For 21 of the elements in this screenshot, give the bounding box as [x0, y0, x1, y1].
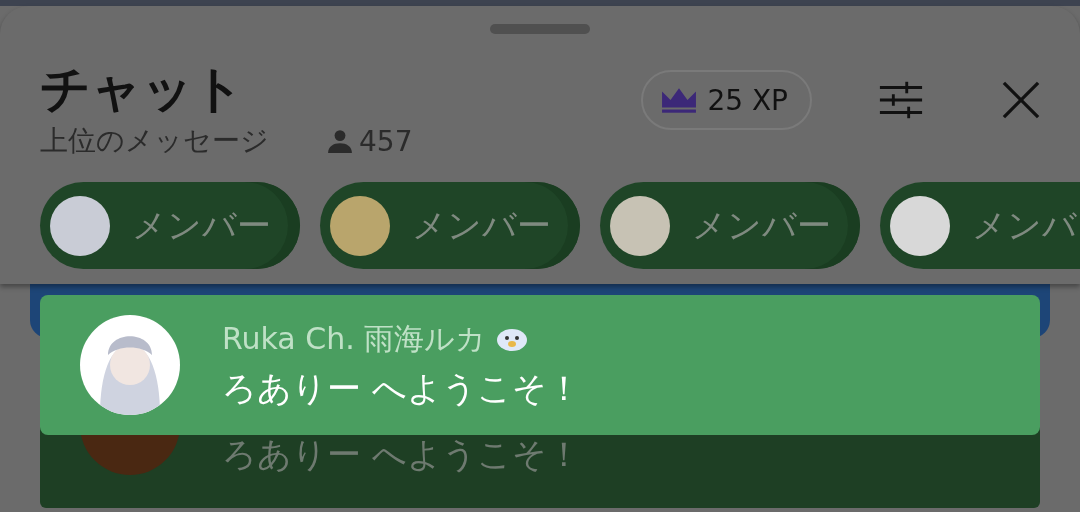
avatar-icon: [330, 195, 390, 256]
message-text: ろありー へようこそ！: [222, 433, 581, 476]
member-chip[interactable]: メンバー: [600, 182, 860, 269]
avatar-icon: [890, 195, 950, 256]
sheet-title: チャット: [40, 60, 245, 118]
xp-button[interactable]: 25 XP: [641, 70, 812, 130]
author-name: Ruka Ch. 雨海ルカ: [222, 319, 487, 358]
member-badge-icon: [496, 326, 529, 352]
close-icon[interactable]: [1002, 81, 1040, 119]
settings-icon[interactable]: [878, 80, 924, 120]
sheet-subtitle[interactable]: 上位のメッセージ: [40, 122, 269, 160]
member-chip[interactable]: メンバー: [320, 182, 580, 269]
drag-handle[interactable]: [490, 24, 590, 34]
crown-icon: [661, 87, 698, 113]
avatar-icon: [610, 195, 670, 256]
member-chip[interactable]: メンバ: [880, 182, 1080, 269]
toast-message: ろありー へようこそ！: [222, 366, 581, 410]
member-chip[interactable]: メンバー: [40, 182, 300, 269]
viewer-count: 457: [359, 124, 413, 158]
avatar-icon: [50, 195, 110, 256]
person-icon: [327, 128, 353, 154]
